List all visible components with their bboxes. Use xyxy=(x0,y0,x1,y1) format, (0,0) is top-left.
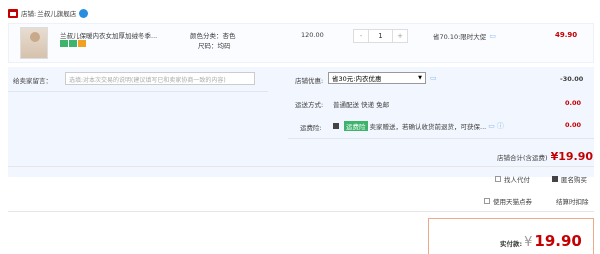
shipping-method: 普通配送 快递 免邮 xyxy=(333,101,390,109)
shop-header: 店铺: 兰叔儿旗舰店 xyxy=(8,7,89,19)
proxy-pay-label: 找人代付 xyxy=(504,176,530,184)
product-title[interactable]: 兰叔儿保暖内衣女加厚加绒冬季... xyxy=(60,30,190,40)
divider xyxy=(8,91,268,92)
pay-currency: ¥ xyxy=(524,235,533,250)
insurance-checkbox[interactable] xyxy=(333,123,339,129)
promo-chat-icon[interactable]: ▭ xyxy=(489,32,496,40)
tmall-coupon-checkbox[interactable] xyxy=(484,198,490,204)
insurance-badge: 运费险 xyxy=(344,121,368,131)
divider xyxy=(8,166,594,167)
proxy-pay-option[interactable]: 找人代付 xyxy=(495,174,530,184)
chevron-down-icon: ▼ xyxy=(418,75,422,81)
pay-amount: 19.90 xyxy=(534,232,582,250)
coupon-label: 店铺优惠: xyxy=(295,77,324,85)
cart-item-row xyxy=(8,23,594,63)
insurance-text: 卖家赠送，若确认收货前退货，可获保... xyxy=(369,123,487,131)
promo-text: 省70.10:限时大促 xyxy=(433,33,487,41)
guarantee-icon xyxy=(60,40,68,47)
anonymous-option[interactable]: 匿名购买 xyxy=(552,174,587,184)
divider xyxy=(288,138,594,139)
shipping-label: 运送方式: xyxy=(295,101,324,109)
tmall-badge-icon xyxy=(79,8,89,18)
promo-info: 省70.10:限时大促 ▭ xyxy=(433,31,496,41)
pay-total: 实付款: ¥ 19.90 xyxy=(500,232,582,250)
product-badges xyxy=(60,40,87,48)
shop-name[interactable]: 兰叔儿旗舰店 xyxy=(37,8,76,18)
unit-price: 120.00 xyxy=(301,31,324,39)
qty-plus-button[interactable]: + xyxy=(393,30,407,42)
qty-input[interactable]: 1 xyxy=(368,30,393,42)
quantity-stepper[interactable]: - 1 + xyxy=(353,29,408,43)
proxy-pay-checkbox[interactable] xyxy=(495,176,501,182)
insurance-amount: 0.00 xyxy=(565,121,582,129)
shop-icon xyxy=(8,8,18,18)
anonymous-label: 匿名购买 xyxy=(561,176,587,184)
shop-total-amount: ¥19.90 xyxy=(550,150,594,163)
divider xyxy=(8,211,594,212)
tmall-coupon-label: 使用天猫点券 xyxy=(493,198,532,206)
product-size: 尺码：均码 xyxy=(198,42,231,50)
help-icon[interactable]: ⓘ xyxy=(497,121,504,131)
item-subtotal: 49.90 xyxy=(555,31,578,39)
anonymous-checkbox[interactable] xyxy=(552,176,558,182)
tmall-coupon-option[interactable]: 使用天猫点券 xyxy=(484,196,532,206)
coupon-selected: 省30元:内衣优惠 xyxy=(332,75,382,83)
qty-minus-button[interactable]: - xyxy=(354,30,368,42)
insurance-chat-icon[interactable]: ▭ xyxy=(488,122,495,130)
coupon-chat-icon[interactable]: ▭ xyxy=(430,74,437,82)
shop-label: 店铺: xyxy=(21,10,37,18)
product-thumbnail[interactable] xyxy=(20,27,48,59)
shop-total: 店铺合计(含运费) ¥19.90 xyxy=(497,150,593,163)
return-icon xyxy=(69,40,77,47)
insurance-info: 运费险 卖家赠送，若确认收货前退货，可获保... ▭ ⓘ xyxy=(333,121,504,131)
coupon-amount: -30.00 xyxy=(560,75,584,83)
message-label: 给卖家留言： xyxy=(13,77,52,85)
message-input[interactable]: 选填:对本次交易的说明(建议填写已和卖家协商一致的内容) xyxy=(65,72,255,85)
invoice-icon xyxy=(78,40,86,47)
coupon-select[interactable]: 省30元:内衣优惠 ▼ xyxy=(328,72,426,84)
shipping-amount: 0.00 xyxy=(565,99,582,107)
shop-total-label: 店铺合计(含运费) xyxy=(497,154,548,162)
pay-label: 实付款: xyxy=(500,240,523,248)
product-color: 颜色分类：杏色 xyxy=(190,32,236,40)
insurance-label: 运费险: xyxy=(300,124,322,132)
points-deduct-label: 结算时扣除 xyxy=(556,198,589,206)
